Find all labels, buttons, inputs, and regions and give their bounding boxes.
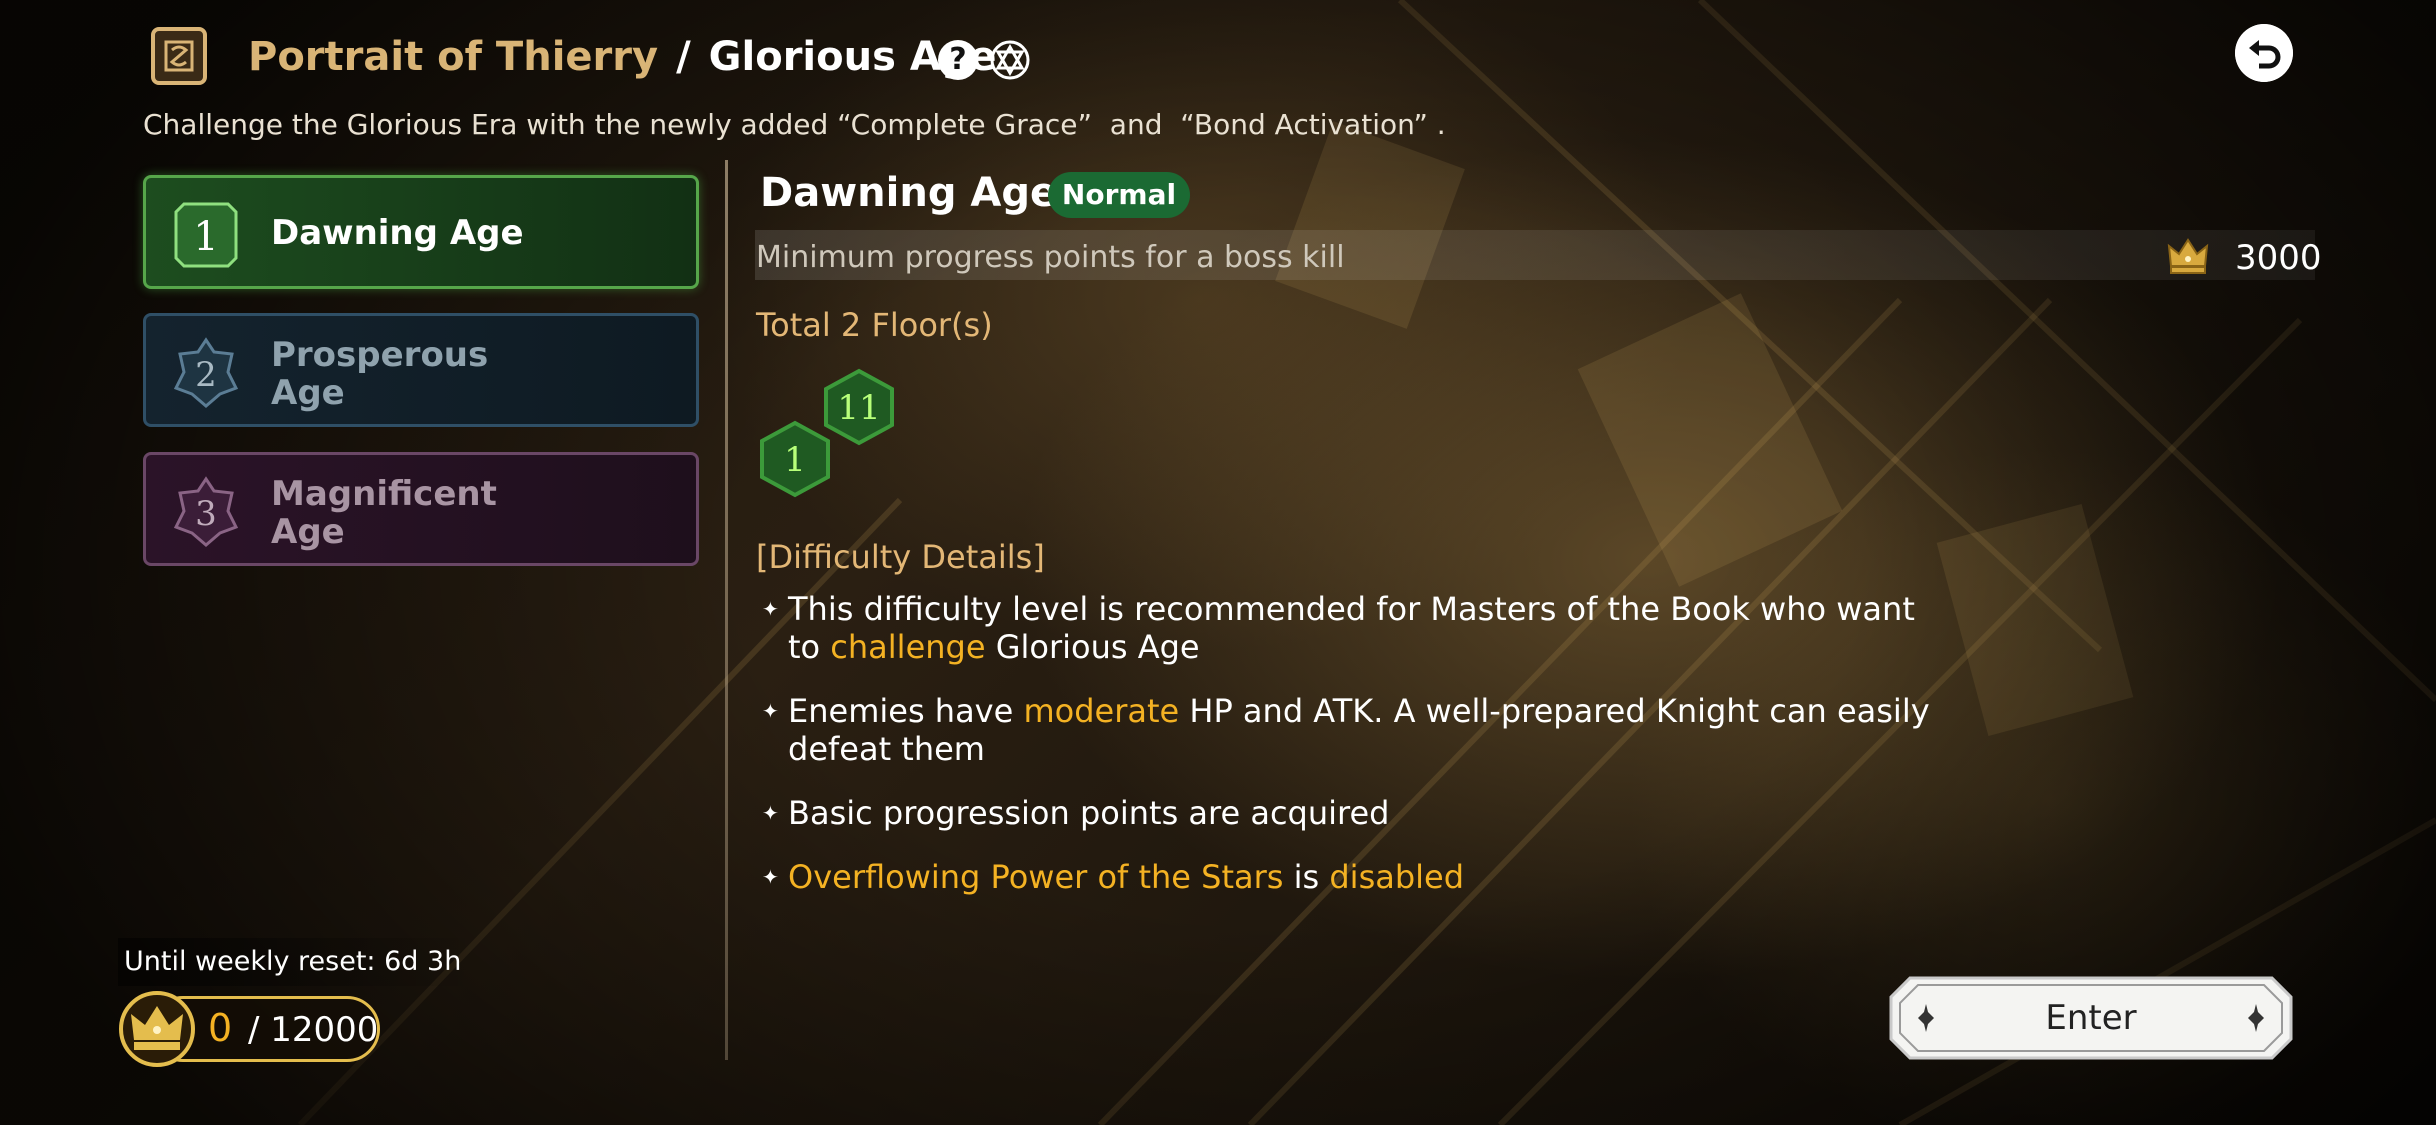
tab-magnificent-age[interactable]: 3 Magnificent Age [143, 452, 699, 566]
tab-label: Magnificent Age [271, 474, 497, 552]
enter-button[interactable]: Enter [1888, 975, 2294, 1061]
svg-text:11: 11 [837, 388, 880, 428]
difficulty-badge: Normal [1048, 172, 1190, 218]
svg-text:3: 3 [195, 494, 217, 534]
tab-number-1-icon: 1 [174, 202, 238, 268]
sparkle-icon: ✦ [762, 801, 779, 825]
crown-medal-icon [119, 991, 195, 1067]
score-current: 0 [208, 1006, 233, 1050]
breadcrumb-separator: / [676, 34, 691, 80]
breadcrumb-portrait: Portrait of Thierry [248, 34, 659, 80]
tab-number-3-icon: 3 [173, 476, 239, 547]
weekly-reset-timer: Until weekly reset: 6d 3h [124, 946, 462, 977]
breadcrumb: Portrait of Thierry / Glorious Age [248, 34, 997, 80]
difficulty-title: Dawning Age [760, 170, 1058, 216]
svg-text:1: 1 [784, 440, 806, 480]
tab-label: Prosperous Age [271, 335, 489, 413]
enter-button-label[interactable]: Enter [1888, 975, 2294, 1061]
sparkle-icon: ✦ [762, 865, 779, 889]
sparkle-icon: ✦ [762, 699, 779, 723]
tab-dawning-age[interactable]: 1 Dawning Age [143, 175, 699, 289]
crown-icon [2167, 238, 2209, 274]
page-subtitle: Challenge the Glorious Era with the newl… [143, 108, 1446, 141]
svg-text:1: 1 [193, 214, 218, 260]
score-total: / 12000 [248, 1010, 379, 1050]
tab-label: Dawning Age [271, 213, 524, 253]
svg-text:2: 2 [195, 355, 217, 395]
book-emblem-icon [151, 27, 207, 85]
floors-label: Total 2 Floor(s) [756, 306, 993, 344]
crest-info-icon[interactable] [990, 40, 1030, 80]
tab-number-2-icon: 2 [173, 337, 239, 408]
panel-divider [725, 160, 728, 1060]
tab-prosperous-age[interactable]: 2 Prosperous Age [143, 313, 699, 427]
floor-badge-1[interactable]: 1 [756, 420, 834, 498]
difficulty-details-header: [Difficulty Details] [756, 538, 1045, 576]
back-button[interactable] [2235, 24, 2293, 82]
progress-value: 3000 [2235, 238, 2322, 278]
sparkle-icon: ✦ [762, 597, 779, 621]
help-icon[interactable]: ? [938, 40, 978, 80]
progress-label: Minimum progress points for a boss kill [756, 240, 1345, 275]
